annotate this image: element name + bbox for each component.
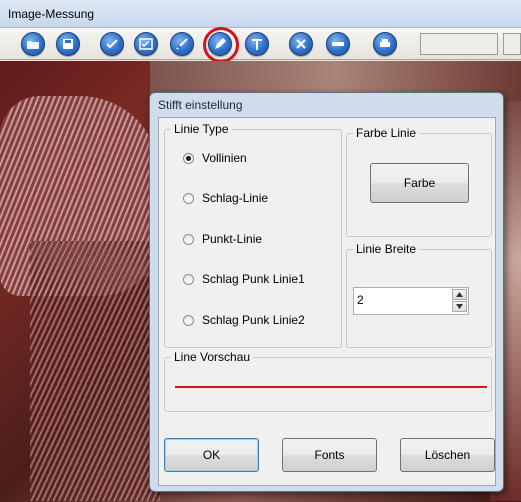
line-width-group: Linie Breite	[346, 242, 492, 348]
fonts-button[interactable]: Fonts	[282, 438, 377, 472]
radio-button[interactable]	[183, 193, 194, 204]
dialog-title: Stifft einstellung	[158, 98, 243, 112]
line-color-group: Farbe Linie Farbe	[346, 126, 492, 237]
line-color-label: Farbe Linie	[353, 126, 420, 140]
window-title: Image-Messung	[8, 7, 95, 21]
radio-label: Vollinien	[202, 151, 247, 165]
line-width-label: Linie Breite	[353, 242, 420, 256]
line-type-label: Linie Type	[171, 122, 232, 136]
highlight-circle	[203, 27, 239, 63]
line-type-group: Linie Type Vollinien Schlag-Linie Punkt-…	[164, 122, 342, 348]
radio-button[interactable]	[183, 153, 194, 164]
line-preview-label: Line Vorschau	[171, 350, 254, 364]
pen-settings-dialog: Stifft einstellung Linie Type Vollinien …	[149, 92, 504, 492]
measure-icon[interactable]	[170, 32, 194, 56]
radio-button[interactable]	[183, 234, 194, 245]
radio-label: Schlag-Linie	[202, 191, 269, 205]
color-button[interactable]: Farbe	[370, 163, 469, 203]
title-bar: Image-Messung	[0, 0, 521, 28]
radio-label: Schlag Punk Linie1	[202, 272, 305, 286]
delete-button[interactable]: Löschen	[400, 438, 495, 472]
line-preview	[175, 386, 487, 388]
line-preview-group: Line Vorschau	[164, 350, 492, 412]
radio-label: Schlag Punk Linie2	[202, 313, 305, 327]
radio-button[interactable]	[183, 274, 194, 285]
radio-label: Punkt-Linie	[202, 232, 263, 246]
print-icon[interactable]	[373, 32, 397, 56]
image-region	[30, 241, 160, 501]
spin-up-icon[interactable]	[452, 289, 467, 300]
info-icon[interactable]	[326, 32, 350, 56]
line-width-spinner[interactable]	[353, 287, 469, 315]
dialog-body: Linie Type Vollinien Schlag-Linie Punkt-…	[158, 117, 496, 486]
toolbar-field-1[interactable]	[420, 33, 498, 55]
save-icon[interactable]	[56, 32, 80, 56]
toolbar-field-2[interactable]	[503, 33, 521, 55]
delete-icon[interactable]	[289, 32, 313, 56]
open-icon[interactable]	[21, 32, 45, 56]
radio-button[interactable]	[183, 315, 194, 326]
spin-down-icon[interactable]	[452, 301, 467, 312]
check-icon[interactable]	[100, 32, 124, 56]
line-width-input[interactable]	[357, 291, 437, 309]
ok-button[interactable]: OK	[164, 438, 259, 472]
text-icon[interactable]	[245, 32, 269, 56]
toolbar	[0, 27, 521, 63]
image-check-icon[interactable]	[134, 32, 158, 56]
